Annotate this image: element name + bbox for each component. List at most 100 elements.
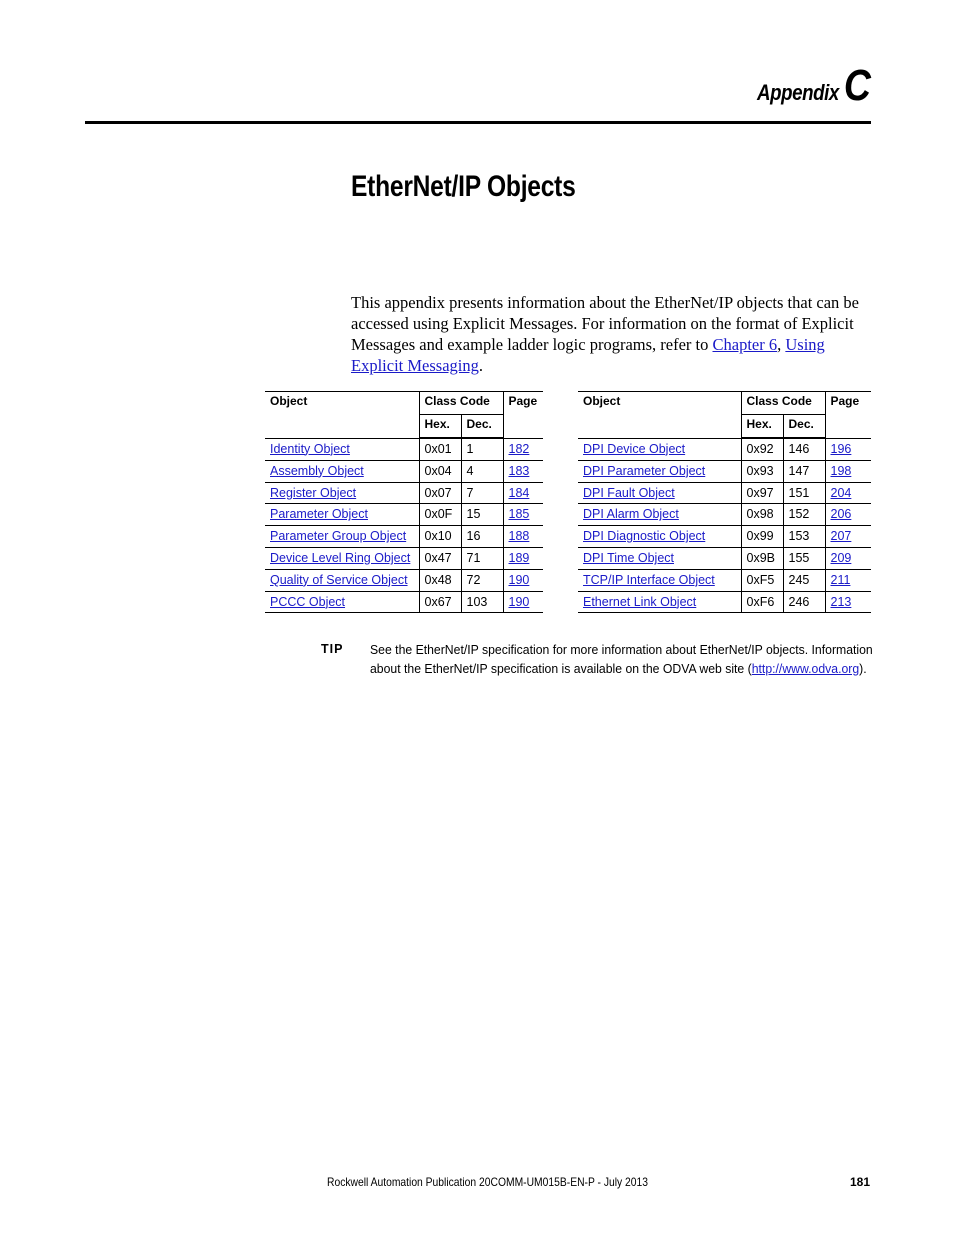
odva-link[interactable]: http://www.odva.org xyxy=(752,661,859,676)
cell-object: DPI Alarm Object xyxy=(578,503,742,527)
page-link[interactable]: 190 xyxy=(509,573,530,587)
header-object: Object xyxy=(265,391,420,439)
cell-hex: 0x97 xyxy=(740,481,784,505)
cell-object: Parameter Object xyxy=(265,503,420,527)
dec-code: 1 xyxy=(466,442,474,456)
page-link[interactable]: 206 xyxy=(831,507,852,521)
cell-hex: 0xF6 xyxy=(740,590,784,614)
cell-dec: 153 xyxy=(782,525,826,548)
appendix-word: Appendix xyxy=(757,80,840,105)
hex-code: 0x93 xyxy=(746,463,774,478)
page-link[interactable]: 196 xyxy=(831,442,852,456)
object-link[interactable]: PCCC Object xyxy=(270,595,345,609)
page-link[interactable]: 209 xyxy=(831,551,852,565)
dec-code: 152 xyxy=(788,507,810,522)
object-link[interactable]: DPI Fault Object xyxy=(583,486,675,500)
page-link[interactable]: 207 xyxy=(831,529,852,543)
header-page: Page xyxy=(502,391,543,439)
cell-object: Ethernet Link Object xyxy=(578,590,742,614)
page-link[interactable]: 185 xyxy=(509,507,530,521)
header-hex: Hex. xyxy=(741,414,784,439)
appendix-heading: Appendix C xyxy=(757,64,872,108)
object-link[interactable]: DPI Parameter Object xyxy=(583,464,705,478)
chapter-6-link[interactable]: Chapter 6 xyxy=(713,335,778,354)
cell-dec: 7 xyxy=(460,481,504,505)
cell-dec: 71 xyxy=(460,546,504,570)
objects-table-left: Object Class Code Page Hex. Dec. Identit… xyxy=(265,391,543,614)
table-row: DPI Parameter Object 0x93 147 198 xyxy=(578,459,871,483)
page-link[interactable]: 189 xyxy=(509,551,530,565)
page-link[interactable]: 184 xyxy=(509,486,530,500)
cell-object: Device Level Ring Object xyxy=(265,546,420,570)
page-link[interactable]: 211 xyxy=(831,573,851,587)
cell-page: 213 xyxy=(824,590,871,614)
cell-dec: 155 xyxy=(782,546,826,570)
cell-dec: 1 xyxy=(460,437,504,461)
header-rule xyxy=(85,121,871,124)
cell-object: DPI Parameter Object xyxy=(578,459,742,483)
cell-hex: 0x47 xyxy=(418,546,462,570)
dec-code: 246 xyxy=(788,594,810,609)
cell-hex: 0x10 xyxy=(418,525,462,548)
object-link[interactable]: Quality of Service Object xyxy=(270,573,408,587)
object-link[interactable]: DPI Time Object xyxy=(583,551,674,565)
cell-object: TCP/IP Interface Object xyxy=(578,568,742,592)
cell-page: 198 xyxy=(824,459,871,483)
dec-code: 7 xyxy=(466,485,474,500)
cell-dec: 103 xyxy=(460,590,504,614)
cell-page: 196 xyxy=(824,437,871,461)
page-link[interactable]: 190 xyxy=(509,595,530,609)
header-class-code: Class Code xyxy=(418,391,504,415)
page-link[interactable]: 204 xyxy=(831,486,852,500)
cell-dec: 245 xyxy=(782,568,826,592)
intro-paragraph: This appendix presents information about… xyxy=(351,292,871,376)
object-link[interactable]: DPI Diagnostic Object xyxy=(583,529,705,543)
page-link[interactable]: 188 xyxy=(509,529,530,543)
dec-code: 155 xyxy=(788,550,810,565)
object-link[interactable]: Ethernet Link Object xyxy=(583,595,696,609)
cell-object: DPI Fault Object xyxy=(578,481,742,505)
hex-code: 0xF6 xyxy=(746,594,775,609)
object-link[interactable]: Assembly Object xyxy=(270,464,364,478)
table-row: Quality of Service Object 0x48 72 190 xyxy=(265,568,543,592)
page-link[interactable]: 183 xyxy=(509,464,530,478)
hex-code: 0x0F xyxy=(424,507,453,522)
page-link[interactable]: 182 xyxy=(509,442,530,456)
table-row: Assembly Object 0x04 4 183 xyxy=(265,459,543,483)
cell-hex: 0x93 xyxy=(740,459,784,483)
object-link[interactable]: DPI Device Object xyxy=(583,442,685,456)
hex-code: 0x10 xyxy=(424,529,452,544)
cell-page: 204 xyxy=(824,481,871,505)
hex-code: 0x04 xyxy=(424,463,452,478)
hex-code: 0x07 xyxy=(424,485,452,500)
table-row: DPI Time Object 0x9B 155 209 xyxy=(578,546,871,570)
footer-page-number: 181 xyxy=(849,1175,870,1189)
cell-hex: 0x07 xyxy=(418,481,462,505)
object-link[interactable]: TCP/IP Interface Object xyxy=(583,573,715,587)
object-link[interactable]: Register Object xyxy=(270,486,356,500)
dec-code: 71 xyxy=(466,550,481,565)
hex-code: 0x92 xyxy=(746,442,774,456)
object-link[interactable]: DPI Alarm Object xyxy=(583,507,679,521)
hex-code: 0x67 xyxy=(424,594,452,609)
footer-publication: Rockwell Automation Publication 20COMM-U… xyxy=(327,1175,649,1189)
dec-code: 103 xyxy=(466,594,488,609)
dec-code: 4 xyxy=(466,463,474,478)
cell-dec: 147 xyxy=(782,459,826,483)
cell-hex: 0x01 xyxy=(418,437,462,461)
header-object: Object xyxy=(578,391,742,439)
object-link[interactable]: Identity Object xyxy=(270,442,350,456)
cell-dec: 15 xyxy=(460,503,504,527)
object-link[interactable]: Parameter Group Object xyxy=(270,529,406,543)
header-dec: Dec. xyxy=(782,414,825,439)
header-hex: Hex. xyxy=(419,414,462,439)
table-row: DPI Diagnostic Object 0x99 153 207 xyxy=(578,525,871,548)
cell-object: Assembly Object xyxy=(265,459,420,483)
page-link[interactable]: 198 xyxy=(831,464,852,478)
object-link[interactable]: Device Level Ring Object xyxy=(270,551,410,565)
cell-object: Register Object xyxy=(265,481,420,505)
cell-dec: 151 xyxy=(782,481,826,505)
table-row: Ethernet Link Object 0xF6 246 213 xyxy=(578,590,871,614)
object-link[interactable]: Parameter Object xyxy=(270,507,368,521)
page-link[interactable]: 213 xyxy=(831,595,852,609)
